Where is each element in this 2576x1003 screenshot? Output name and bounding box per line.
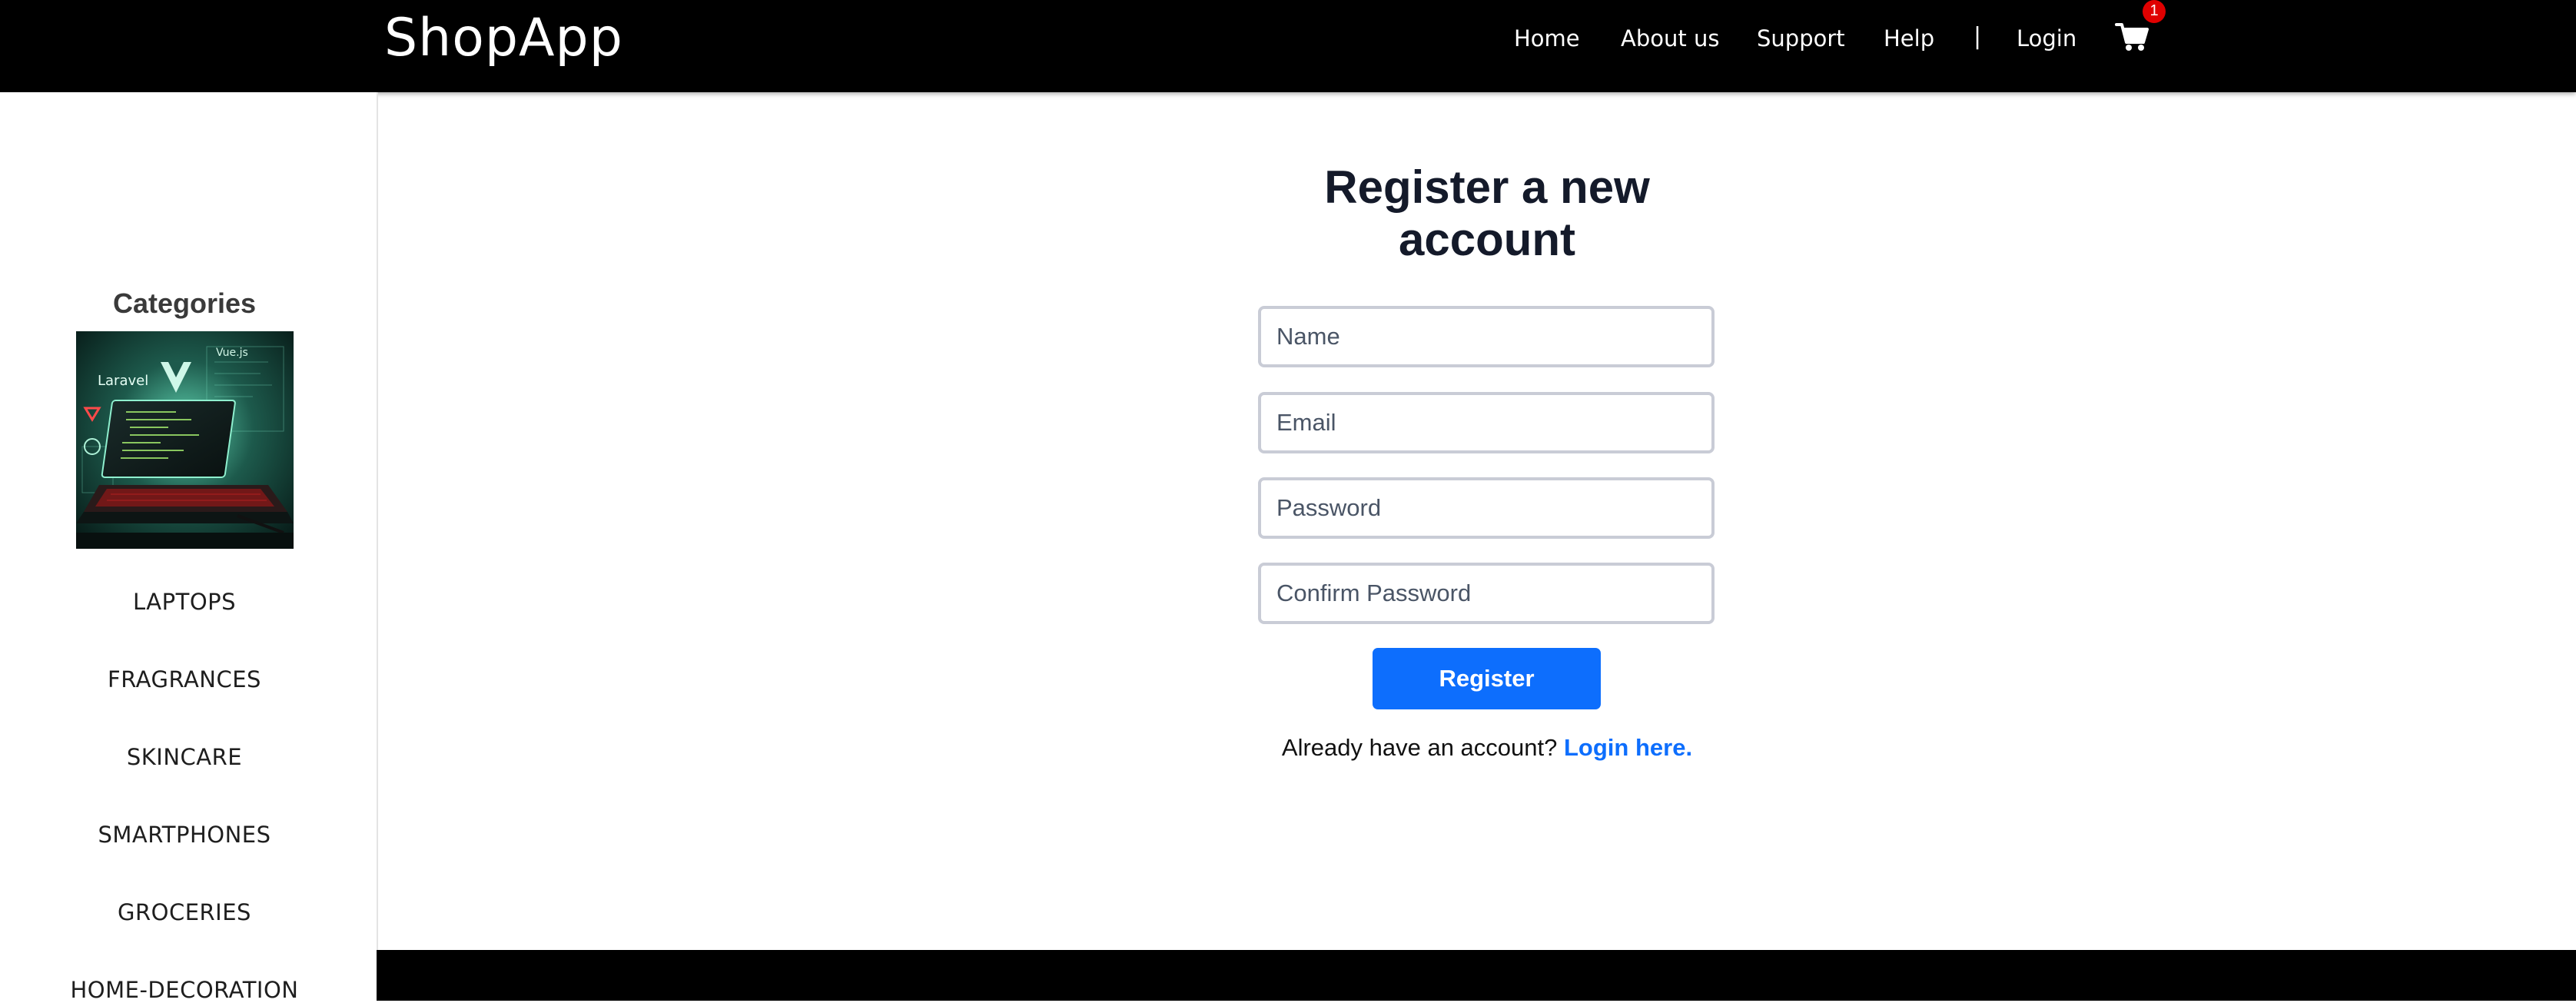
- main-nav: Home About us Support Help | Login: [1506, 23, 2576, 54]
- cart-count-badge: 1: [2143, 0, 2166, 23]
- page-title-line-2: account: [1398, 214, 1576, 265]
- category-item-laptops[interactable]: LAPTOPS: [0, 589, 369, 615]
- nav-home-link[interactable]: Home: [1514, 23, 1580, 54]
- nav-help-link[interactable]: Help: [1884, 23, 1934, 54]
- category-banner-image: Laravel Vue.js: [76, 331, 294, 549]
- nav-about-link[interactable]: About us: [1621, 23, 1719, 54]
- svg-text:Laravel: Laravel: [98, 373, 148, 389]
- category-item-fragrances[interactable]: FRAGRANCES: [0, 666, 369, 692]
- category-item-home-decoration[interactable]: HOME-DECORATION: [0, 977, 369, 1003]
- password-input[interactable]: [1258, 477, 1715, 539]
- login-prompt-text: Already have an account?: [1281, 734, 1558, 761]
- category-sidebar: Categories Laravel Vue.js LAPTOPS FRAGRA…: [0, 92, 378, 1003]
- svg-text:Vue.js: Vue.js: [216, 347, 248, 359]
- shopping-cart-icon[interactable]: [2115, 22, 2149, 52]
- categories-heading: Categories: [112, 287, 257, 319]
- register-button[interactable]: Register: [1373, 648, 1601, 709]
- nav-login-link[interactable]: Login: [2017, 23, 2076, 54]
- category-item-skincare[interactable]: SKINCARE: [0, 744, 369, 770]
- footer-bar: [377, 950, 2576, 1001]
- category-item-groceries[interactable]: GROCERIES: [0, 899, 369, 925]
- login-here-link[interactable]: Login here.: [1564, 734, 1692, 761]
- nav-support-link[interactable]: Support: [1757, 23, 1845, 54]
- brand-logo[interactable]: ShopApp: [384, 8, 623, 69]
- login-prompt: Already have an account? Login here.: [1199, 734, 1775, 762]
- top-navbar: ShopApp Home About us Support Help | Log…: [0, 0, 2576, 92]
- page-title-line-1: Register a new: [1324, 161, 1650, 213]
- nav-separator: |: [1973, 23, 1982, 50]
- name-input[interactable]: [1258, 306, 1715, 367]
- confirm-password-input[interactable]: [1258, 563, 1715, 624]
- category-item-smartphones[interactable]: SMARTPHONES: [0, 822, 369, 848]
- page-title: Register a new account: [1199, 161, 1775, 266]
- email-input[interactable]: [1258, 392, 1715, 453]
